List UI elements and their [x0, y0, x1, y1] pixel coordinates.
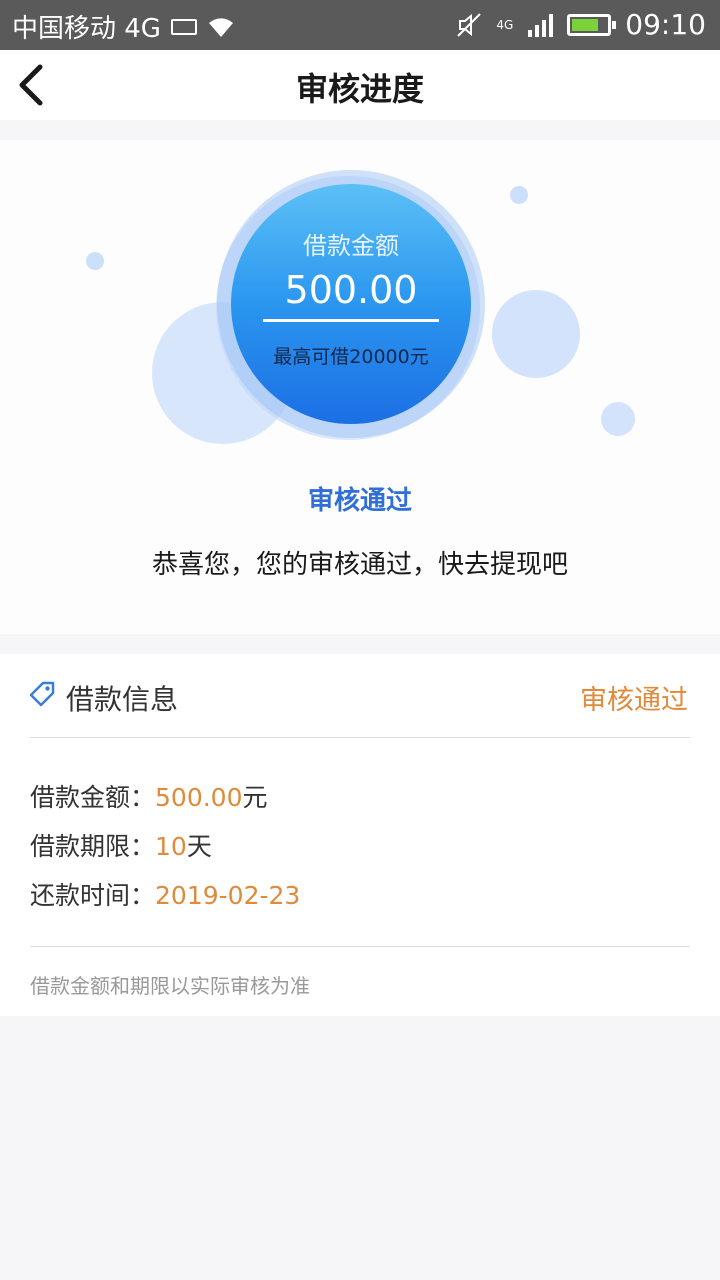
- amount-underline: [263, 319, 439, 322]
- status-right: 4G 09:10: [456, 8, 706, 41]
- divider: [30, 946, 690, 947]
- status-left: 中国移动 4G: [12, 8, 235, 45]
- row-unit: 天: [186, 832, 212, 861]
- review-status-message: 恭喜您，您的审核通过，快去提现吧: [151, 550, 568, 580]
- mute-icon: [457, 12, 482, 37]
- page-title: 审核进度: [295, 70, 424, 108]
- row-value: 10: [155, 832, 187, 861]
- network-type: 4G: [496, 17, 514, 32]
- keyboard-icon: [170, 18, 197, 35]
- review-status-title: 审核通过: [307, 486, 412, 516]
- loan-info-status: 审核通过: [580, 685, 688, 716]
- loan-info-card: 借款信息 审核通过 借款金额：500.00元 借款期限：10天 还款时间：201…: [0, 654, 720, 1016]
- row-label: 还款时间：: [30, 881, 156, 910]
- loan-term-row: 借款期限：10天: [30, 827, 212, 863]
- max-loan-text: 最高可借20000元: [273, 346, 429, 368]
- clock: 09:10: [625, 8, 706, 41]
- row-value: 500.00: [155, 783, 243, 812]
- row-label: 借款金额：: [30, 783, 156, 812]
- signal-icon: [528, 13, 554, 37]
- decor-bubble: [601, 402, 635, 436]
- nav-bar: 审核进度: [0, 50, 720, 120]
- review-card: 借款金额 500.00 最高可借20000元 审核通过 恭喜您，您的审核通过，快…: [0, 140, 720, 634]
- repayment-date-row: 还款时间：2019-02-23: [30, 876, 300, 912]
- row-unit: 元: [242, 783, 268, 812]
- loan-amount-row: 借款金额：500.00元: [30, 778, 268, 814]
- battery-icon: [567, 13, 617, 36]
- decor-bubble: [86, 252, 104, 270]
- row-value: 2019-02-23: [155, 881, 301, 910]
- carrier-label: 中国移动 4G: [12, 14, 161, 44]
- row-label: 借款期限：: [30, 832, 156, 861]
- loan-info-title: 借款信息: [66, 683, 179, 716]
- decor-bubble: [510, 186, 528, 204]
- decor-bubble: [492, 290, 580, 378]
- status-bar: 中国移动 4G 4G 09:10: [0, 0, 720, 50]
- divider: [30, 737, 690, 738]
- tag-icon: [29, 681, 55, 707]
- loan-amount-title: 借款金额: [303, 232, 399, 260]
- loan-amount-value: 500.00: [284, 268, 418, 312]
- wifi-icon: [208, 17, 233, 37]
- loan-note: 借款金额和期限以实际审核为准: [30, 974, 310, 998]
